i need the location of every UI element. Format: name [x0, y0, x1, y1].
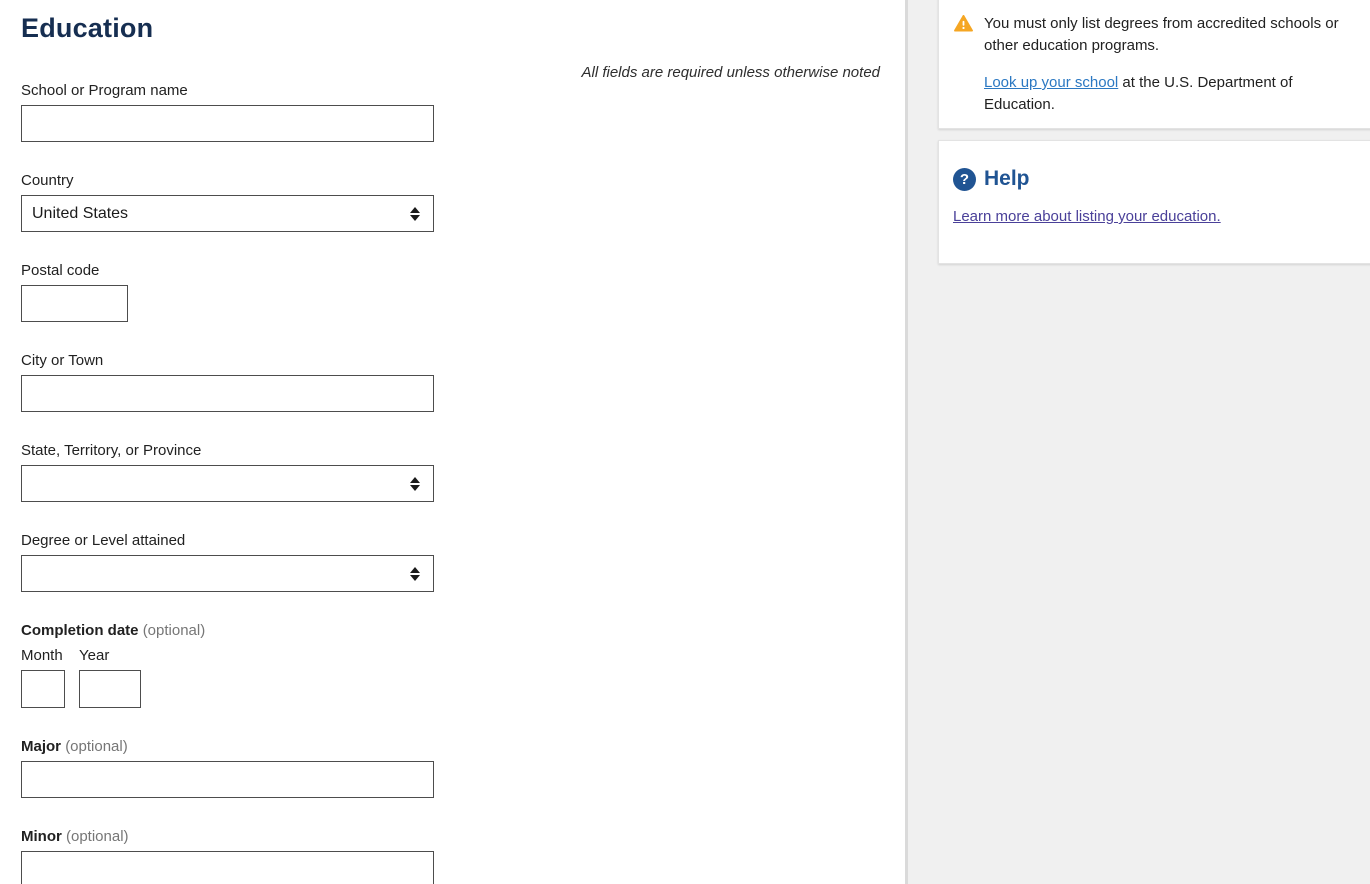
help-heading: ? Help [953, 167, 1359, 191]
field-group-country: Country United States [21, 172, 460, 232]
completion-date-row: Month Year [21, 647, 460, 708]
completion-optional-note: (optional) [142, 622, 206, 639]
minor-label: Minor (optional) [21, 828, 460, 846]
question-circle-icon: ? [953, 167, 976, 191]
degree-select[interactable] [21, 555, 434, 592]
minor-label-text: Minor [21, 828, 62, 845]
country-select[interactable]: United States [21, 195, 434, 232]
completion-date-label-text: Completion date [21, 622, 139, 639]
field-group-school: School or Program name [21, 82, 460, 142]
state-select[interactable] [21, 465, 434, 502]
postal-label: Postal code [21, 262, 100, 279]
degree-label: Degree or Level attained [21, 532, 186, 549]
chevron-updown-icon [410, 206, 420, 221]
chevron-updown-icon [410, 476, 420, 491]
country-label: Country [21, 172, 74, 189]
learn-more-education-link[interactable]: Learn more about listing your education. [953, 208, 1221, 225]
help-title: Help [984, 167, 1030, 190]
field-group-state: State, Territory, or Province [21, 442, 460, 502]
page-title: Education [21, 13, 154, 43]
month-input[interactable] [21, 670, 65, 708]
school-label: School or Program name [21, 82, 188, 99]
city-label: City or Town [21, 352, 104, 369]
look-up-school-link[interactable]: Look up your school [984, 74, 1118, 91]
month-label: Month [21, 647, 63, 664]
school-input[interactable] [21, 105, 434, 142]
year-label: Year [79, 647, 110, 664]
education-form-panel: All fields are required unless otherwise… [0, 0, 905, 884]
help-link-line: Learn more about listing your education. [953, 207, 1359, 227]
month-subfield: Month [21, 647, 65, 708]
warning-link-line: Look up your school at the U.S. Departme… [984, 72, 1359, 116]
accreditation-warning-card: You must only list degrees from accredit… [938, 0, 1370, 129]
required-fields-note: All fields are required unless otherwise… [581, 64, 881, 81]
chevron-updown-icon [410, 566, 420, 581]
field-group-major: Major (optional) [21, 738, 460, 798]
field-group-minor: Minor (optional) [21, 828, 460, 884]
minor-optional-note: (optional) [66, 828, 129, 845]
field-group-degree: Degree or Level attained [21, 532, 460, 592]
year-input[interactable] [79, 670, 141, 708]
major-label-text: Major [21, 738, 62, 755]
warning-text-block: You must only list degrees from accredit… [984, 13, 1359, 116]
city-input[interactable] [21, 375, 434, 412]
postal-input[interactable] [21, 285, 128, 322]
warning-message: You must only list degrees from accredit… [984, 15, 1339, 54]
major-optional-note: (optional) [65, 738, 128, 755]
field-group-postal: Postal code [21, 262, 460, 322]
major-label: Major (optional) [21, 738, 460, 756]
major-input[interactable] [21, 761, 434, 798]
warning-triangle-icon [954, 15, 973, 116]
field-group-completion-date: Completion date (optional) Month Year [21, 622, 460, 708]
state-label: State, Territory, or Province [21, 442, 202, 459]
minor-input[interactable] [21, 851, 434, 884]
completion-date-label: Completion date (optional) [21, 622, 460, 640]
sidebar-background [905, 0, 1370, 884]
help-card: ? Help Learn more about listing your edu… [938, 140, 1370, 264]
country-selected-value: United States [32, 204, 129, 222]
year-subfield: Year [79, 647, 141, 708]
field-group-city: City or Town [21, 352, 460, 412]
